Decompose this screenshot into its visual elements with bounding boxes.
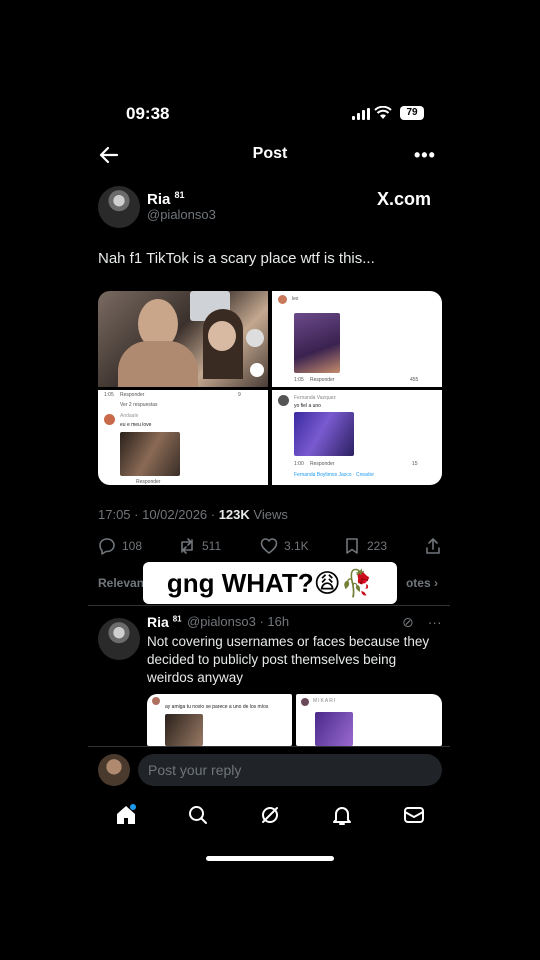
media-2-time: 1:05 xyxy=(294,377,304,383)
author-handle[interactable]: @pialonso3 xyxy=(147,207,216,222)
views-count: 123K xyxy=(218,507,250,522)
messages-icon[interactable] xyxy=(402,803,426,827)
repost-button[interactable]: 511 xyxy=(178,537,221,555)
reply-avatar[interactable] xyxy=(98,618,140,660)
overlay-caption: gng WHAT?😩🥀 xyxy=(143,562,397,604)
media-4-user: Fernanda Vazquez xyxy=(294,395,336,401)
media-3-time: 1:05 xyxy=(104,392,114,398)
notifications-icon[interactable] xyxy=(330,803,354,827)
reply-composer xyxy=(98,754,442,786)
author-name[interactable]: Ria 81 xyxy=(147,190,185,208)
media-photo-1[interactable] xyxy=(98,291,268,387)
grok-icon[interactable] xyxy=(258,803,282,827)
media-3-user: Andaale xyxy=(120,413,139,419)
reply-media-caption: ay amiga tu novio se parece a uno de los… xyxy=(165,704,269,710)
user-avatar[interactable] xyxy=(98,754,130,786)
media-2-reply: Responder xyxy=(310,377,335,383)
reply-media-user: MIKARI xyxy=(313,698,337,704)
bookmark-count: 223 xyxy=(367,539,388,553)
media-4-time: 1:00 xyxy=(294,461,304,467)
media-4-caption: yo fiel a uno xyxy=(294,403,321,409)
post-meta: 17:05 · 10/02/2026 · 123K Views xyxy=(98,507,288,522)
media-3-footer-reply: Responder xyxy=(136,479,161,485)
media-4-count: 15 xyxy=(412,461,418,467)
divider xyxy=(88,605,450,606)
reply-button[interactable]: 108 xyxy=(98,537,142,555)
reply-author-badge: 81 xyxy=(172,614,182,624)
reply-media[interactable]: ay amiga tu novio se parece a uno de los… xyxy=(147,694,442,746)
grok-icon[interactable]: ⊘ xyxy=(402,614,414,630)
bookmark-button[interactable]: 223 xyxy=(343,537,387,555)
reply-text: Not covering usernames or faces because … xyxy=(147,634,430,685)
media-4-reply: Responder xyxy=(310,461,335,467)
media-2-count: 455 xyxy=(410,377,419,383)
quotes-link[interactable]: otes › xyxy=(406,576,438,590)
post-text: Nah f1 TikTok is a scary place wtf is th… xyxy=(98,250,375,267)
media-3-count: 9 xyxy=(238,392,241,398)
home-icon[interactable] xyxy=(114,803,138,827)
like-count: 3.1K xyxy=(284,539,309,553)
media-3-caption: eu e meu love xyxy=(120,422,152,428)
divider xyxy=(88,746,450,747)
bookmark-icon xyxy=(346,538,358,554)
repost-icon xyxy=(181,538,193,554)
source-label: X.com xyxy=(377,189,432,209)
reply-handle[interactable]: @pialonso3 · 16h xyxy=(187,614,289,629)
media-screenshot-2[interactable]: les 1:05 Responder 455 xyxy=(272,291,442,387)
media-screenshot-4[interactable]: Fernanda Vazquez yo fiel a uno 1:00 Resp… xyxy=(272,390,442,485)
reply-icon xyxy=(99,538,115,555)
relevance-filter[interactable]: Relevan xyxy=(98,576,144,590)
post-timestamp: 17:05 · 10/02/2026 · xyxy=(98,507,219,522)
media-4-creator: Fernanda Boylimos Jazco · Creador xyxy=(294,472,375,478)
reply-more-icon[interactable]: ··· xyxy=(428,614,442,630)
search-icon[interactable] xyxy=(186,803,210,827)
status-icons: 79 xyxy=(352,106,427,122)
signal-icon xyxy=(352,108,370,120)
reply-author-name[interactable]: Ria 81 xyxy=(147,614,182,630)
media-screenshot-3[interactable]: 1:05 Responder 9 Ver 2 respuestas Andaal… xyxy=(98,390,268,485)
media-2-user: les xyxy=(292,296,299,302)
battery-icon: 79 xyxy=(400,106,424,120)
media-3-reply: Responder xyxy=(120,392,145,398)
views-label: Views xyxy=(249,507,288,522)
author-avatar[interactable] xyxy=(98,186,140,228)
reply-input[interactable] xyxy=(138,754,442,786)
like-icon xyxy=(260,538,278,554)
status-time: 09:38 xyxy=(126,104,170,123)
reply-count: 108 xyxy=(122,539,143,553)
home-indicator[interactable] xyxy=(206,856,334,861)
reply-actions: ⊘ ··· xyxy=(402,614,442,631)
post-actions: 108 511 3.1K 223 xyxy=(98,537,442,555)
post-media-grid[interactable]: les 1:05 Responder 455 1:05 Responder 9 … xyxy=(98,291,442,485)
more-icon[interactable]: ••• xyxy=(414,145,436,166)
like-button[interactable]: 3.1K xyxy=(260,537,309,555)
share-icon[interactable] xyxy=(424,537,442,555)
author-badge: 81 xyxy=(174,190,185,200)
page-title: Post xyxy=(252,145,288,162)
wifi-icon xyxy=(374,106,392,119)
media-3-more: Ver 2 respuestas xyxy=(120,402,158,408)
repost-count: 511 xyxy=(202,539,222,553)
